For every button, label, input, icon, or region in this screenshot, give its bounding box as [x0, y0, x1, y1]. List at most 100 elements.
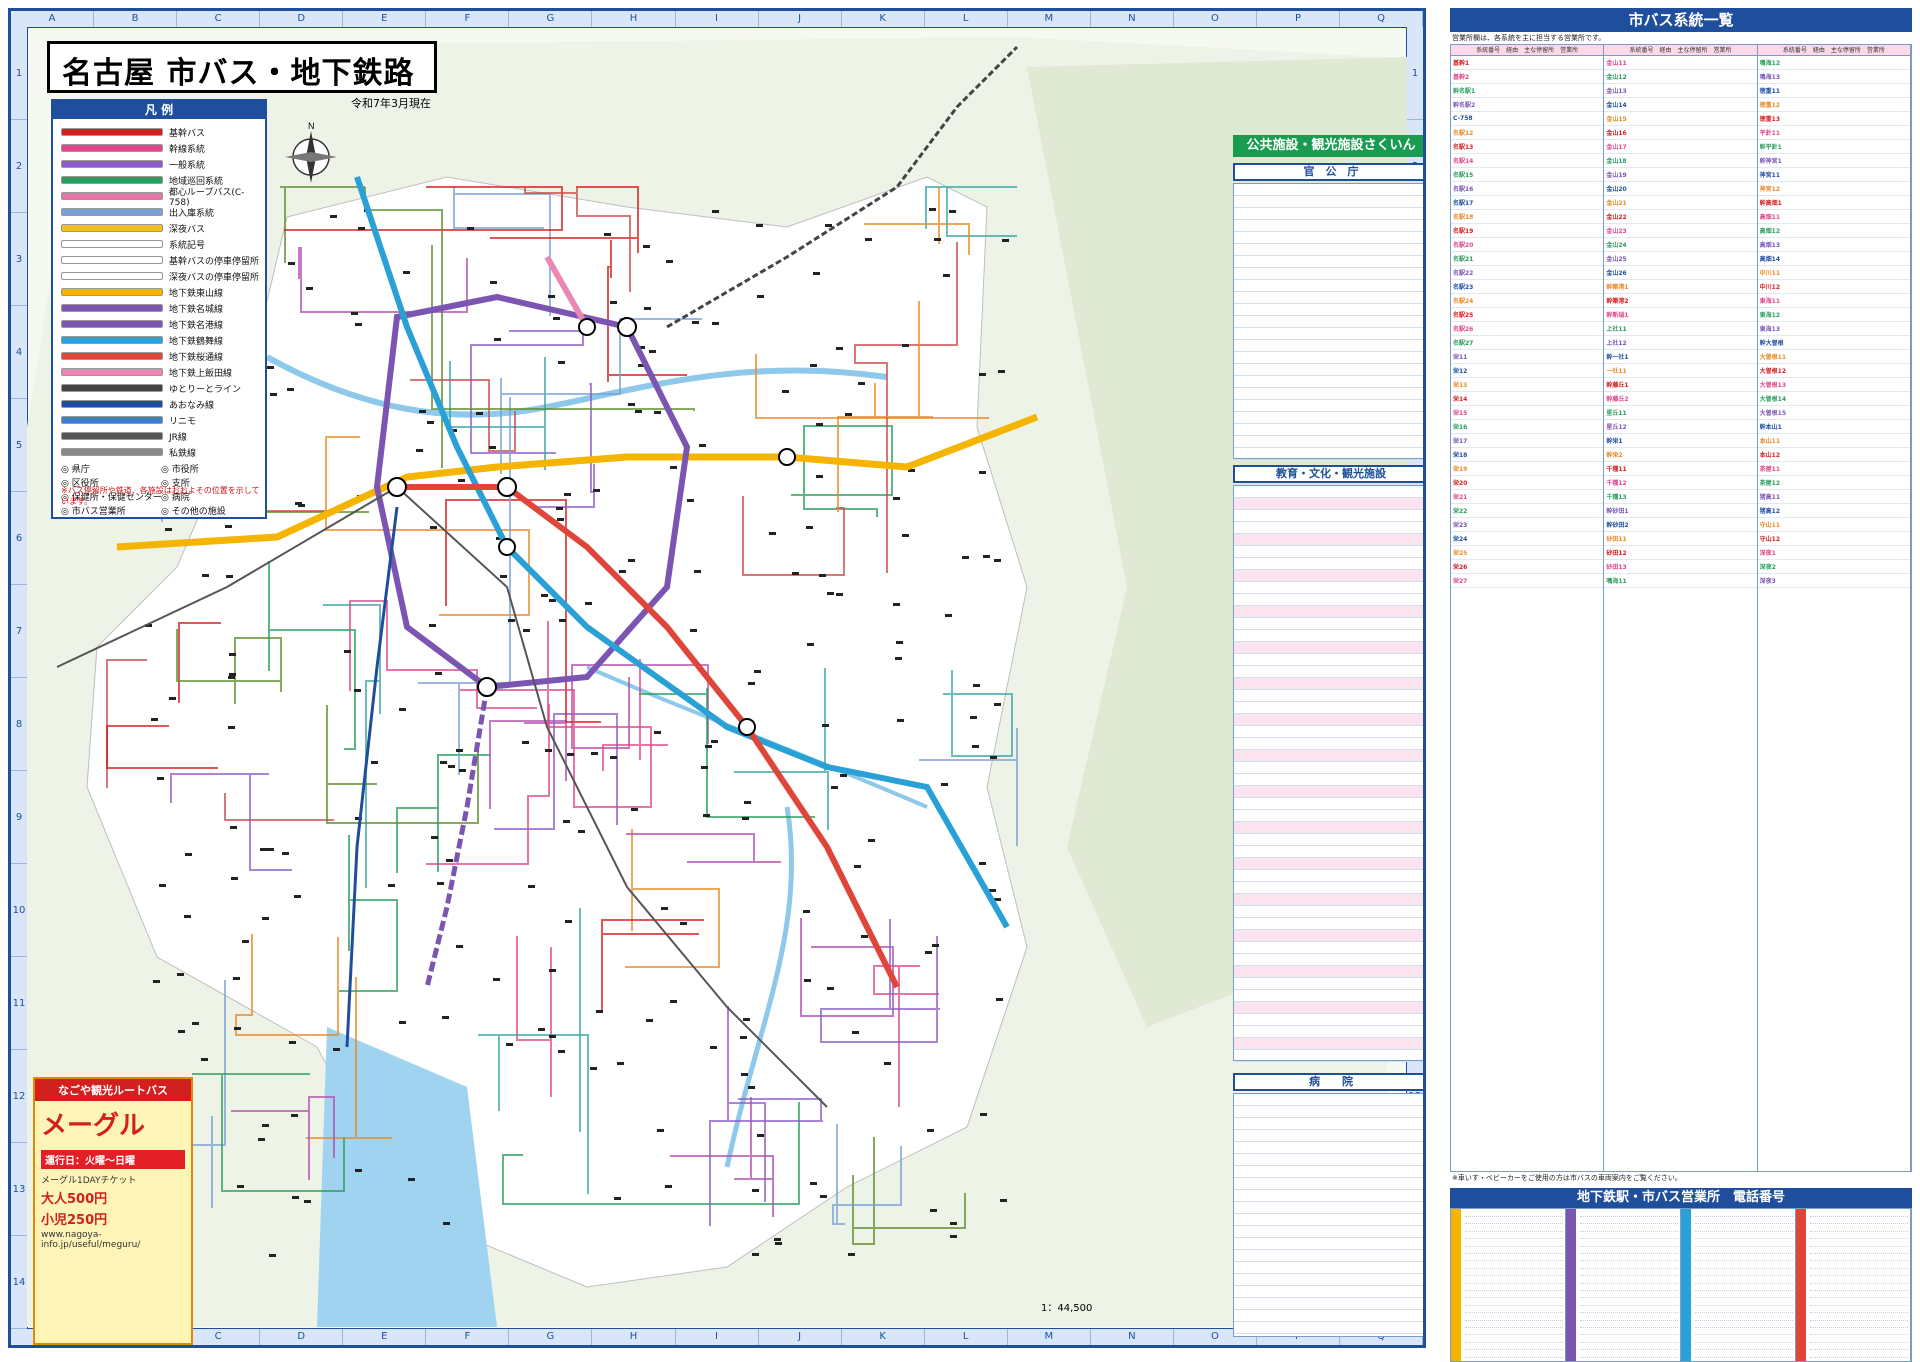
route-list-row[interactable]: 神宮12 [1757, 182, 1910, 196]
meguru-ad-box[interactable]: なごや観光ルートバス メーグル 運行日：火曜～日曜 メーグル1DAYチケット 大… [33, 1077, 193, 1345]
route-list-row[interactable]: 砂田11 [1604, 532, 1757, 546]
route-list-row[interactable]: 幹栄2 [1604, 448, 1757, 462]
route-list-row[interactable]: 幹高畑1 [1757, 196, 1910, 210]
route-list-row[interactable]: 星丘12 [1604, 420, 1757, 434]
route-list-row[interactable]: 金山12 [1604, 70, 1757, 84]
route-list-row[interactable]: 基幹2 [1451, 70, 1604, 84]
route-list-row[interactable]: 金山16 [1604, 126, 1757, 140]
route-list-row[interactable]: 猪高11 [1757, 490, 1910, 504]
route-list-row[interactable]: 名駅24 [1451, 294, 1604, 308]
route-list-row[interactable]: 徳重13 [1757, 112, 1910, 126]
route-list-row[interactable]: 栄11 [1451, 350, 1604, 364]
route-list-row[interactable]: 金山25 [1604, 252, 1757, 266]
route-list-row[interactable]: 栄21 [1451, 490, 1604, 504]
route-list-row[interactable]: 金山23 [1604, 224, 1757, 238]
route-list-row[interactable]: 本山11 [1757, 434, 1910, 448]
route-list-row[interactable]: 幹藤丘2 [1604, 392, 1757, 406]
route-list-row[interactable]: 名駅19 [1451, 224, 1604, 238]
route-list-row[interactable]: 金山11 [1604, 56, 1757, 70]
route-list-row[interactable]: 金山22 [1604, 210, 1757, 224]
route-list-row[interactable]: 名駅18 [1451, 210, 1604, 224]
route-list-row[interactable]: 栄17 [1451, 434, 1604, 448]
route-list-row[interactable]: 金山26 [1604, 266, 1757, 280]
route-list-row[interactable]: 栄19 [1451, 462, 1604, 476]
route-list-row[interactable]: 名駅12 [1451, 126, 1604, 140]
route-list-row[interactable]: 大曽根11 [1757, 350, 1910, 364]
route-list-row[interactable]: 千種11 [1604, 462, 1757, 476]
route-list-row[interactable]: 中川11 [1757, 266, 1910, 280]
route-list-row[interactable]: 幹藤丘1 [1604, 378, 1757, 392]
route-list-row[interactable]: 深夜3 [1757, 574, 1910, 588]
route-list-row[interactable]: 一社11 [1604, 364, 1757, 378]
route-list-row[interactable]: 栄25 [1451, 546, 1604, 560]
route-list-row[interactable]: 金山17 [1604, 140, 1757, 154]
route-list-row[interactable]: 上社11 [1604, 322, 1757, 336]
route-list-row[interactable]: C-758 [1451, 112, 1604, 126]
route-list-row[interactable]: 本山12 [1757, 448, 1910, 462]
route-list-row[interactable]: 幹大曽根 [1757, 336, 1910, 350]
route-list-row[interactable]: 徳重11 [1757, 84, 1910, 98]
route-list-row[interactable]: 名駅20 [1451, 238, 1604, 252]
route-list-row[interactable]: 名駅26 [1451, 322, 1604, 336]
route-list-row[interactable]: 栄14 [1451, 392, 1604, 406]
route-list-row[interactable]: 栄20 [1451, 476, 1604, 490]
route-list-row[interactable]: 平針11 [1757, 126, 1910, 140]
route-list-row[interactable]: 高畑13 [1757, 238, 1910, 252]
route-list-row[interactable]: 幹砂田2 [1604, 518, 1757, 532]
route-list-row[interactable]: 鳴海12 [1757, 56, 1910, 70]
route-list-row[interactable]: 金山14 [1604, 98, 1757, 112]
route-list-row[interactable]: 上社12 [1604, 336, 1757, 350]
route-list-row[interactable]: 星丘11 [1604, 406, 1757, 420]
route-list-row[interactable]: 栄18 [1451, 448, 1604, 462]
route-list-row[interactable]: 神宮11 [1757, 168, 1910, 182]
route-list-row[interactable]: 基幹1 [1451, 56, 1604, 70]
route-list-row[interactable]: 幹栄1 [1604, 434, 1757, 448]
route-list-row[interactable]: 深夜1 [1757, 546, 1910, 560]
route-list-row[interactable]: 栄22 [1451, 504, 1604, 518]
route-list-row[interactable]: 幹築港1 [1604, 280, 1757, 294]
route-list-row[interactable]: 栄13 [1451, 378, 1604, 392]
route-list-row[interactable]: 鳴海13 [1757, 70, 1910, 84]
route-list-row[interactable]: 金山18 [1604, 154, 1757, 168]
route-list-row[interactable]: 大曽根15 [1757, 406, 1910, 420]
route-list-row[interactable]: 守山11 [1757, 518, 1910, 532]
route-list-row[interactable]: 名駅15 [1451, 168, 1604, 182]
route-list-row[interactable]: 幹砂田1 [1604, 504, 1757, 518]
route-list-row[interactable]: 名駅21 [1451, 252, 1604, 266]
route-list-row[interactable]: 幹新瑞1 [1604, 308, 1757, 322]
route-list-row[interactable]: 砂田12 [1604, 546, 1757, 560]
route-list-row[interactable]: 金山19 [1604, 168, 1757, 182]
route-list-row[interactable]: 名駅13 [1451, 140, 1604, 154]
route-list-row[interactable]: 千種13 [1604, 490, 1757, 504]
route-list-row[interactable]: 高畑11 [1757, 210, 1910, 224]
route-list-row[interactable]: 栄26 [1451, 560, 1604, 574]
route-list-row[interactable]: 大曽根13 [1757, 378, 1910, 392]
route-list-row[interactable]: 名駅17 [1451, 196, 1604, 210]
route-list-row[interactable]: 栄16 [1451, 420, 1604, 434]
route-list-row[interactable]: 名駅16 [1451, 182, 1604, 196]
route-list-row[interactable]: 中川12 [1757, 280, 1910, 294]
route-list-row[interactable]: 東海13 [1757, 322, 1910, 336]
route-list-row[interactable]: 茶屋12 [1757, 476, 1910, 490]
route-list-row[interactable]: 幹一社1 [1604, 350, 1757, 364]
route-list-row[interactable]: 幹平針1 [1757, 140, 1910, 154]
route-list-row[interactable]: 栄27 [1451, 574, 1604, 588]
route-list-row[interactable]: 金山13 [1604, 84, 1757, 98]
route-list-row[interactable]: 栄23 [1451, 518, 1604, 532]
route-list-row[interactable]: 大曽根12 [1757, 364, 1910, 378]
route-list-row[interactable]: 金山20 [1604, 182, 1757, 196]
route-list-row[interactable]: 幹神宮1 [1757, 154, 1910, 168]
route-list-row[interactable]: 徳重12 [1757, 98, 1910, 112]
route-list-row[interactable]: 守山12 [1757, 532, 1910, 546]
route-list-row[interactable]: 幹名駅1 [1451, 84, 1604, 98]
route-list-row[interactable]: 名駅14 [1451, 154, 1604, 168]
route-list-row[interactable]: 鳴海11 [1604, 574, 1757, 588]
route-list-row[interactable]: 幹本山1 [1757, 420, 1910, 434]
route-list-row[interactable]: 名駅22 [1451, 266, 1604, 280]
route-list-row[interactable]: 名駅27 [1451, 336, 1604, 350]
route-list-row[interactable]: 金山24 [1604, 238, 1757, 252]
route-list-row[interactable]: 栄15 [1451, 406, 1604, 420]
route-list-row[interactable]: 千種12 [1604, 476, 1757, 490]
route-list-row[interactable]: 東海12 [1757, 308, 1910, 322]
route-list-row[interactable]: 金山21 [1604, 196, 1757, 210]
